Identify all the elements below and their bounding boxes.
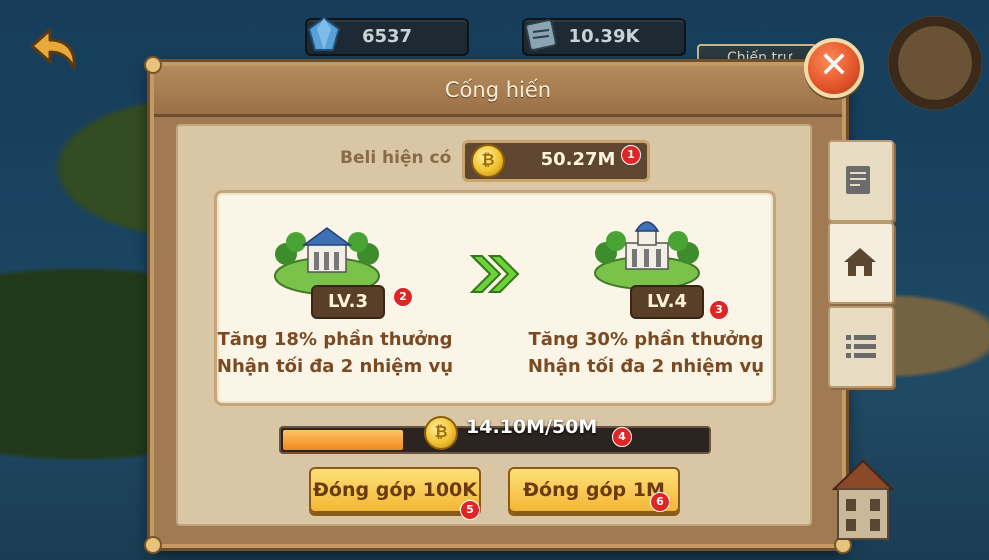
tab-home[interactable] [828,222,894,304]
corner-rivet [144,536,162,554]
marker-badge: 3 [709,300,729,320]
current-level-badge: LV.3 [311,285,385,319]
next-level-badge: LV.4 [630,285,704,319]
close-button[interactable]: ✕ [804,38,864,98]
close-icon: ✕ [818,45,850,86]
guild-building-next-icon [594,221,700,290]
house-sprite-icon [831,459,895,540]
list-icon [846,335,876,358]
beli-balance: ₿ 50.27M [462,140,650,182]
marker-badge: 4 [612,427,632,447]
tab-notes[interactable] [828,140,894,222]
coin-icon: ₿ [471,144,505,178]
current-level-line1: Tăng 18% phần thưởng [217,329,453,350]
marker-badge: 6 [650,492,670,512]
dialog-title: Cống hiến [444,78,552,102]
beli-label: Beli hiện có [340,148,452,168]
corner-rivet [144,56,162,74]
current-level-line2: Nhận tối đa 2 nhiệm vụ [216,356,454,377]
bag-icon[interactable] [888,16,982,110]
donate-100k-button[interactable]: Đóng góp 100K [309,467,481,513]
scroll-value: 10.39K [568,26,640,47]
coin-icon: ₿ [424,416,458,450]
marker-badge: 1 [621,145,641,165]
notes-icon [846,166,870,194]
progress-text: 14.10M/50M [466,416,598,438]
back-arrow-icon[interactable] [22,22,82,82]
gem-counter: 6537 [305,16,469,56]
dialog-title-bar: Cống hiến [154,66,842,117]
house-icon [844,248,876,276]
next-level-line2: Nhận tối đa 2 nhiệm vụ [527,356,765,377]
gem-value: 6537 [361,26,413,47]
next-level-line1: Tăng 30% phần thưởng [528,329,764,350]
tab-list[interactable] [828,306,894,388]
marker-badge: 2 [393,287,413,307]
progress-fill [283,430,403,450]
scroll-counter: 10.39K [522,18,686,56]
marker-badge: 5 [460,500,480,520]
double-chevron-right-icon [469,255,520,293]
